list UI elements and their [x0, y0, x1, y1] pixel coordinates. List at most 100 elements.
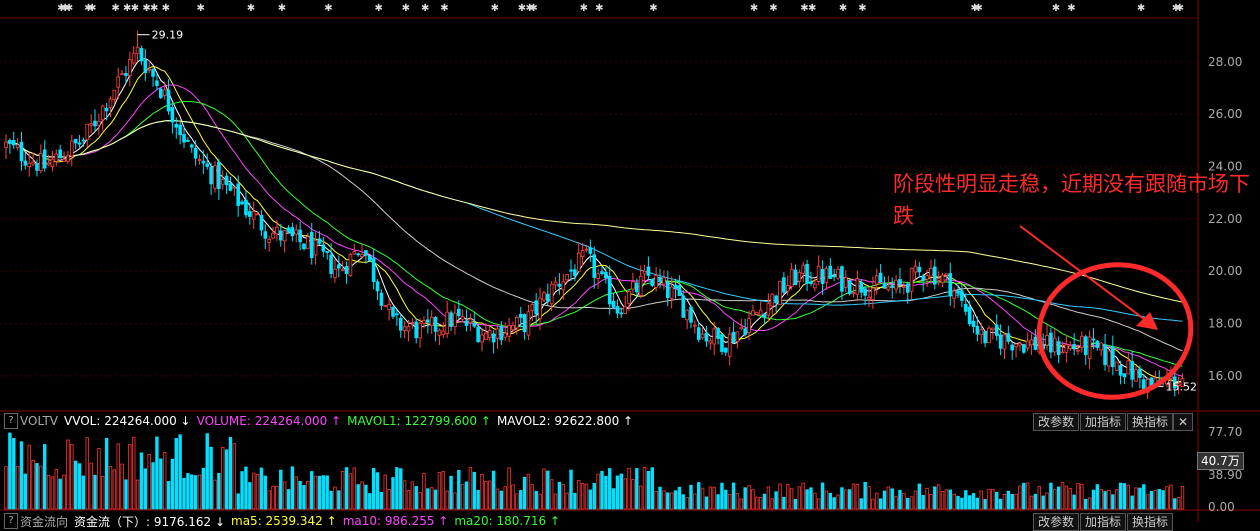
candle-body	[54, 153, 59, 162]
candle-body	[23, 160, 28, 166]
candle-body	[42, 149, 47, 169]
add-indicator-button-2[interactable]: 加指标	[1080, 513, 1127, 531]
candle-body	[700, 333, 705, 339]
volume-bar	[174, 438, 178, 510]
candle-body	[905, 283, 910, 293]
volume-bar	[422, 473, 426, 510]
candle-body	[1064, 344, 1069, 353]
event-star-icon: ✱	[858, 3, 866, 14]
volume-bar	[484, 480, 488, 510]
volume-bar	[906, 497, 910, 510]
volume-bar	[851, 483, 856, 510]
candle-body	[789, 269, 794, 287]
switch-indicator-button-2[interactable]: 换指标	[1127, 513, 1174, 531]
volume-bar	[108, 466, 113, 510]
candle-body	[758, 309, 763, 316]
fund-flow-panel-header: ? 资金流向 资金流（下）: 9176.162 ↓ ma5: 2539.342 …	[0, 512, 1190, 530]
candle-body	[604, 271, 608, 279]
volume-bar	[426, 488, 430, 510]
edit-params-button[interactable]: 改参数	[1033, 413, 1080, 431]
close-icon[interactable]: ✕	[1173, 413, 1194, 431]
candle-body	[290, 227, 295, 237]
candle-body	[174, 123, 179, 128]
event-star-icon: ✱	[491, 3, 499, 14]
candle-body	[689, 306, 693, 323]
candle-body	[1080, 335, 1084, 348]
candle-body	[460, 316, 465, 320]
volume-bar	[387, 489, 391, 510]
volume-bar	[608, 468, 612, 510]
add-indicator-button[interactable]: 加指标	[1080, 413, 1127, 431]
volume-bar	[577, 480, 581, 510]
candle-body	[317, 238, 322, 244]
switch-indicator-button[interactable]: 换指标	[1127, 413, 1174, 431]
volume-bar	[499, 490, 504, 510]
annotation-text: 阶段性明显走稳，近期没有跟随市场下跌	[893, 172, 1250, 228]
event-star-icon: ✱	[580, 3, 588, 14]
candle-body	[398, 317, 403, 331]
candle-body	[1126, 360, 1131, 375]
candle-body	[627, 291, 631, 304]
volume-bar	[1033, 493, 1038, 510]
kline-chart[interactable]: 29.19 15.52 ✱ ✱ ✱ ✱ ✱ ✱ ✱ ✱ ✱ ✱ ✱ ✱ ✱ ✱ ✱ ✱ ✱ ✱ ✱ ✱ ✱ ✱ ✱ ✱ ✱ ✱ ✱ ✱ ✱…	[0, 0, 1260, 522]
event-star-icon: ✱	[808, 3, 816, 14]
volume-bar	[801, 482, 805, 510]
volume-bar	[662, 490, 666, 510]
volume-bar	[871, 498, 875, 510]
event-star-icon: ✱	[440, 3, 448, 14]
volume-bar	[248, 482, 252, 510]
volume-bar	[890, 488, 894, 510]
edit-params-button-2[interactable]: 改参数	[1033, 513, 1080, 531]
volume-bar	[592, 482, 596, 510]
candle-body	[321, 244, 326, 252]
volume-bar	[1041, 495, 1045, 510]
help-icon[interactable]: ?	[4, 413, 18, 429]
volume-bar	[809, 487, 813, 510]
candle-body	[1087, 336, 1092, 359]
candle-body	[843, 277, 848, 288]
help-icon-2[interactable]: ?	[4, 513, 18, 529]
volume-bar	[1118, 482, 1123, 510]
volume-bar	[170, 458, 175, 510]
candle-body	[104, 107, 109, 112]
volume-bar	[642, 467, 647, 510]
candle-body	[414, 321, 419, 339]
volume-bar	[333, 486, 337, 510]
candle-body	[1138, 368, 1142, 378]
volume-bar	[12, 438, 16, 510]
candle-body	[1049, 332, 1053, 353]
volume-bar	[236, 493, 240, 510]
candle-body	[333, 268, 337, 279]
volume-bar	[310, 471, 314, 510]
candle-body	[456, 308, 461, 316]
volume-bar	[615, 475, 620, 510]
candle-body	[1111, 346, 1115, 368]
event-star-icon: ✱	[162, 3, 170, 14]
volume-bar	[650, 467, 654, 510]
candle-body	[739, 326, 744, 330]
event-star-icon: ✱	[649, 3, 657, 14]
volume-bar	[1114, 489, 1119, 510]
candle-body	[1029, 339, 1034, 346]
candle-body	[220, 179, 225, 185]
candle-body	[704, 332, 709, 342]
volume-bar	[190, 474, 194, 510]
candle-body	[255, 213, 260, 216]
ma60-line	[5, 120, 1183, 352]
vol-tick-3: 0.00	[1208, 500, 1235, 514]
volume-bar	[863, 481, 867, 510]
volume-bar	[4, 466, 8, 510]
volume-bar	[991, 488, 995, 510]
candle-body	[600, 271, 604, 274]
volume-bar	[104, 437, 109, 510]
mavol1-value: MAVOL1: 122799.600 ↑	[347, 414, 491, 428]
candle-body	[81, 139, 86, 142]
candle-body	[727, 333, 732, 357]
candle-body	[638, 275, 643, 296]
volume-bar	[611, 488, 616, 510]
candle-body	[251, 211, 256, 220]
candle-body	[1014, 343, 1018, 348]
candle-body	[139, 47, 144, 62]
candle-body	[735, 331, 740, 342]
volume-value: VOLUME: 224264.000 ↑	[196, 414, 342, 428]
